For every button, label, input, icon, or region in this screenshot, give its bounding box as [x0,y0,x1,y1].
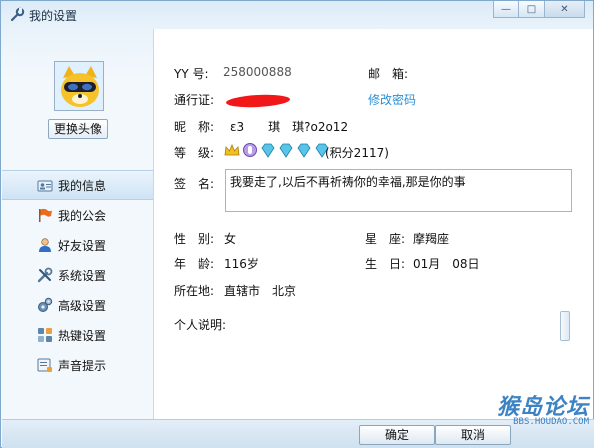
diamond-icon [279,143,293,158]
yy-number-label: YY 号: [174,67,209,81]
ok-button[interactable]: 确定 [359,425,435,445]
window-title: 我的设置 [29,9,78,23]
sidebar-item-label: 热键设置 [58,328,107,343]
maximize-icon: □ [526,3,537,15]
change-password-link[interactable]: 修改密码 [368,91,416,108]
age-value: 116岁 [224,257,259,271]
wrench-icon [10,7,25,22]
sidebar-item-friend-settings[interactable]: 好友设置 [2,230,153,260]
close-button[interactable]: ✕ [545,1,585,18]
sidebar-item-label: 我的信息 [58,178,107,193]
sidebar-item-hotkey-settings[interactable]: 热键设置 [2,320,153,350]
cancel-button[interactable]: 取消 [435,425,511,445]
id-card-icon [37,180,53,192]
sidebar-item-system-settings[interactable]: 系统设置 [2,260,153,290]
sidebar-item-label: 高级设置 [58,298,107,313]
sidebar-item-sound-alerts[interactable]: 声音提示 [2,350,153,380]
person-icon [39,238,51,252]
sound-icon [37,358,52,372]
passport-label: 通行证: [174,93,215,107]
description-label: 个人说明: [174,318,227,332]
title-bar[interactable]: 我的设置 — □ ✕ [1,1,593,29]
flag-icon [39,208,52,222]
sidebar-item-my-info[interactable]: 我的信息 [2,170,153,200]
minimize-button[interactable]: — [493,1,519,18]
sidebar-item-advanced-settings[interactable]: 高级设置 [2,290,153,320]
sidebar-item-label: 我的公会 [58,208,107,223]
sidebar-item-my-guild[interactable]: 我的公会 [2,200,153,230]
crown-icon [224,143,240,156]
signature-text: 我要走了,以后不再祈祷你的幸福,那是你的事 [230,175,466,189]
yy-number-value: 258000888 [223,65,292,79]
nickname-label: 昵 称: [174,120,215,134]
tools-icon [37,267,53,283]
gender-value: 女 [224,232,237,246]
close-icon: ✕ [560,3,569,15]
signature-label: 签 名: [174,177,215,191]
gender-label: 性 别: [174,232,215,246]
nickname-value: ε3 琪 琪?o2o12 [230,120,349,134]
sidebar-item-label: 系统设置 [58,268,107,283]
sidebar-item-label: 好友设置 [58,238,107,253]
sidebar-nav: 我的信息 我的公会 好友设置 系统设置 高级设置 热键设置 声音提示 [2,170,153,380]
profile-panel: YY 号: 258000888 邮 箱: 通行证: 修改密码 昵 称: ε3 琪… [153,29,593,419]
signature-field[interactable]: 我要走了,以后不再祈祷你的幸福,那是你的事 [225,169,572,212]
zodiac-value: 摩羯座 [413,232,450,246]
points-value: (积分2117) [325,146,389,160]
level-label: 等 级: [174,146,215,160]
keyboard-icon [38,328,52,342]
raccoon-avatar-image [55,62,103,110]
gear-advanced-icon [38,297,53,312]
diamond-icon [297,143,311,158]
change-avatar-button[interactable]: 更换头像 [48,119,108,139]
location-label: 所在地: [174,284,215,298]
site-watermark: 猴岛论坛 BBS.HOUDAO.COM [497,389,589,427]
diamond-icon [261,143,275,158]
avatar[interactable] [54,61,104,111]
age-label: 年 龄: [174,257,215,271]
window-controls: — □ ✕ [493,1,585,19]
settings-window: 我的设置 — □ ✕ 更换头像 我的信息 我的公会 好友设置 系统设置 高级设置… [0,0,594,448]
sidebar-item-label: 声音提示 [58,358,107,373]
zodiac-label: 星 座: [365,232,406,246]
maximize-button[interactable]: □ [519,1,545,18]
birthday-label: 生 日: [365,257,406,271]
location-value: 直辖市 北京 [224,284,297,298]
scrollbar-thumb[interactable] [560,311,570,341]
moon-badge-icon [243,143,257,157]
email-label: 邮 箱: [368,67,409,81]
level-badges [224,142,330,158]
birthday-value: 01月 08日 [413,257,480,271]
passport-redaction [225,93,291,109]
sidebar: 更换头像 我的信息 我的公会 好友设置 系统设置 高级设置 热键设置 声音提示 [2,29,153,419]
minimize-icon: — [501,3,511,15]
